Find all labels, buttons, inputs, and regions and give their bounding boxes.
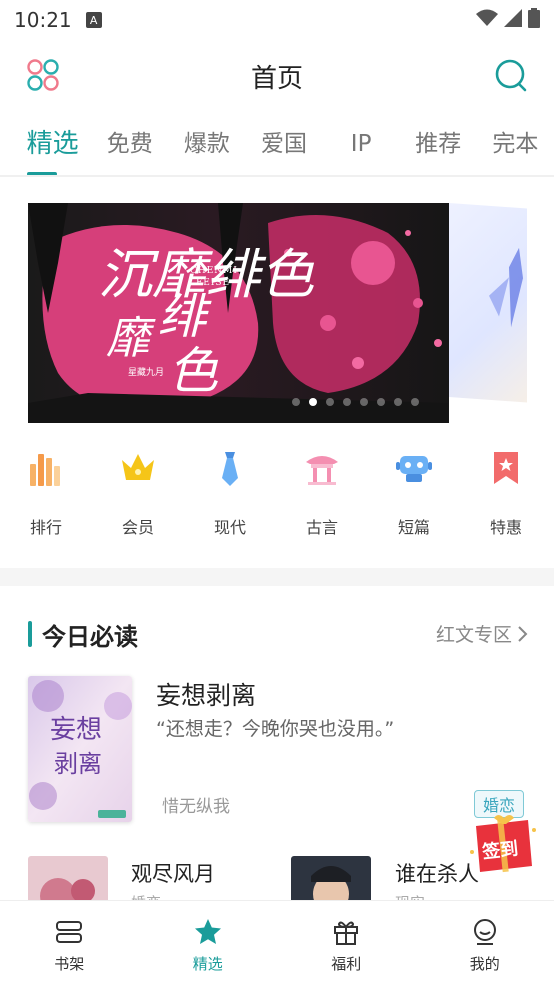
nav-label: 福利 bbox=[331, 955, 362, 973]
svg-text:妄想: 妄想 bbox=[50, 715, 102, 745]
svg-text:色: 色 bbox=[168, 342, 219, 400]
category-ranking[interactable]: 排行 bbox=[0, 446, 92, 546]
tab-tuijian[interactable]: 推荐 bbox=[400, 120, 477, 176]
svg-text:靡: 靡 bbox=[106, 313, 156, 364]
pagination-dot bbox=[326, 398, 334, 406]
category-label: 现代 bbox=[213, 518, 246, 537]
bottom-navigation: 书架 精选 福利 我的 bbox=[0, 900, 554, 984]
svg-text:星藏九月: 星藏九月 bbox=[128, 366, 164, 378]
section-accent-bar bbox=[28, 621, 32, 647]
pagination-dot bbox=[394, 398, 402, 406]
robot-icon bbox=[396, 456, 432, 482]
category-label: 会员 bbox=[121, 518, 154, 537]
category-label: 古言 bbox=[305, 518, 338, 537]
chevron-right-icon bbox=[518, 625, 528, 642]
category-ancient[interactable]: 古言 bbox=[276, 446, 368, 546]
tab-baokuan[interactable]: 爆款 bbox=[168, 120, 245, 176]
pagination-dot bbox=[411, 398, 419, 406]
bookshelf-icon bbox=[56, 921, 83, 943]
book-cover bbox=[291, 856, 371, 906]
svg-text:剥离: 剥离 bbox=[54, 750, 102, 778]
page-title: 首页 bbox=[250, 63, 303, 94]
notification-a-icon: A bbox=[85, 12, 102, 28]
book-item[interactable]: 观尽风月 婚恋 bbox=[28, 856, 268, 912]
profile-icon bbox=[473, 919, 496, 945]
pagination-dot bbox=[360, 398, 368, 406]
section-header: 今日必读 红文专区 bbox=[28, 614, 528, 654]
svg-text:FEISE: FEISE bbox=[196, 278, 230, 288]
banner-artwork: 沉靡绯色 靡 绯 色 CHENMI FEISE 星藏九月 bbox=[28, 203, 449, 423]
signin-label: 签到 bbox=[480, 837, 519, 863]
signin-gift-badge[interactable]: 签到 bbox=[466, 812, 540, 878]
category-label: 短篇 bbox=[397, 518, 430, 537]
tab-jingxuan[interactable]: 精选 bbox=[14, 120, 91, 176]
svg-text:绯: 绯 bbox=[158, 289, 212, 345]
gift-icon bbox=[334, 921, 359, 945]
banner-slide[interactable]: 沉靡绯色 靡 绯 色 CHENMI FEISE 星藏九月 bbox=[28, 203, 449, 423]
pagination-dot bbox=[343, 398, 351, 406]
category-vip[interactable]: 会员 bbox=[92, 446, 184, 546]
nav-welfare[interactable]: 福利 bbox=[277, 901, 416, 984]
nav-label: 我的 bbox=[469, 955, 500, 973]
category-tabs: 精选 免费 爆款 爱国 IP 推荐 完本 bbox=[0, 120, 554, 176]
wifi-icon bbox=[476, 9, 498, 26]
status-indicators bbox=[476, 8, 540, 28]
signal-icon bbox=[504, 9, 522, 27]
featured-cover-art: 妄想 剥离 bbox=[28, 676, 132, 822]
tie-icon bbox=[222, 452, 238, 486]
tab-wanben[interactable]: 完本 bbox=[477, 120, 554, 176]
book-cover bbox=[28, 856, 108, 906]
featured-book-author: 惜无纵我 bbox=[162, 797, 230, 817]
category-label: 特惠 bbox=[489, 518, 522, 537]
pagination-dot bbox=[292, 398, 300, 406]
nav-featured[interactable]: 精选 bbox=[139, 901, 278, 984]
banner-next-artwork bbox=[489, 247, 523, 328]
nav-bookshelf[interactable]: 书架 bbox=[0, 901, 139, 984]
battery-icon bbox=[528, 8, 540, 28]
banner-next-slide-preview[interactable] bbox=[449, 203, 527, 403]
category-discount[interactable]: 特惠 bbox=[460, 446, 552, 546]
menu-grid-icon[interactable] bbox=[26, 58, 60, 92]
pagination-dot bbox=[377, 398, 385, 406]
header: 首页 bbox=[0, 46, 554, 106]
nav-label: 书架 bbox=[54, 955, 85, 973]
category-modern[interactable]: 现代 bbox=[184, 446, 276, 546]
ranking-icon bbox=[30, 454, 60, 486]
section-more-label: 红文专区 bbox=[435, 624, 512, 646]
featured-book-cover[interactable]: 妄想 剥离 bbox=[28, 676, 132, 822]
book-title: 观尽风月 bbox=[131, 862, 215, 886]
star-icon bbox=[194, 919, 221, 944]
featured-book-quote: “还想走？今晚你哭也没用。” bbox=[156, 718, 395, 740]
search-icon[interactable] bbox=[494, 58, 528, 92]
pavilion-icon bbox=[306, 456, 338, 485]
pagination-dot-active bbox=[309, 398, 317, 406]
tab-aiguo[interactable]: 爱国 bbox=[245, 120, 322, 176]
svg-text:CHENMI: CHENMI bbox=[190, 266, 238, 276]
nav-label: 精选 bbox=[192, 955, 223, 973]
section-title: 今日必读 bbox=[42, 622, 138, 651]
banner-pagination bbox=[292, 398, 419, 406]
discount-ribbon-icon bbox=[494, 452, 518, 484]
tab-ip[interactable]: IP bbox=[323, 120, 400, 176]
category-label: 排行 bbox=[29, 518, 62, 537]
section-divider bbox=[0, 568, 554, 586]
category-short[interactable]: 短篇 bbox=[368, 446, 460, 546]
tab-divider bbox=[0, 175, 554, 177]
nav-profile[interactable]: 我的 bbox=[416, 901, 554, 984]
section-more-link[interactable]: 红文专区 bbox=[436, 620, 528, 647]
category-shortcuts: 排行 会员 现代 古言 短篇 特惠 bbox=[0, 446, 554, 546]
crown-icon bbox=[122, 454, 154, 480]
featured-book-title[interactable]: 妄想剥离 bbox=[156, 676, 256, 712]
tab-mianfei[interactable]: 免费 bbox=[91, 120, 168, 176]
status-bar: 10:21 A bbox=[0, 0, 554, 40]
status-time: 10:21 bbox=[14, 8, 72, 32]
